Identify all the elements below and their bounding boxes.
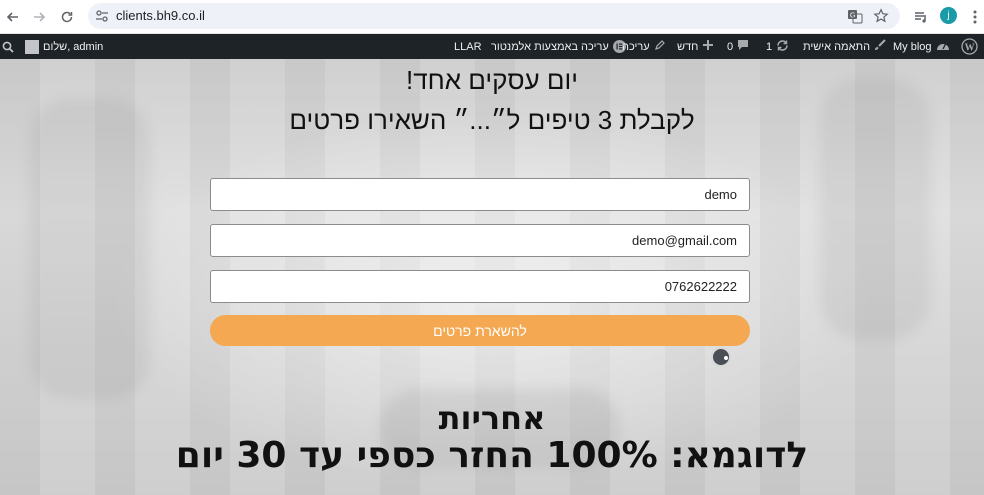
my-blog-menu[interactable]: My blog <box>893 34 950 59</box>
name-field[interactable] <box>210 178 750 211</box>
url-text[interactable]: clients.bh9.co.il <box>116 8 205 23</box>
guarantee-text: לדוגמא: 100% החזר כספי עד 30 יום <box>175 435 809 476</box>
plus-icon <box>702 39 714 54</box>
translate-icon[interactable]: G <box>846 7 864 25</box>
wp-admin-bar: שלום, admin LLAR עריכה באמצעות אלמנטור ע… <box>0 34 984 59</box>
email-field[interactable] <box>210 224 750 257</box>
search-icon[interactable] <box>2 34 14 59</box>
bookmark-star-icon[interactable] <box>872 7 890 25</box>
llar-label: LLAR <box>454 40 482 53</box>
updates-count: 1 <box>766 40 773 53</box>
back-arrow-icon[interactable] <box>2 6 24 28</box>
customize-label: התאמה אישית <box>803 40 871 53</box>
edit-label: עריכה <box>622 40 650 53</box>
edit-elementor-label: עריכה באמצעות אלמנטור <box>491 40 609 53</box>
guarantee-heading: אחריות <box>438 399 546 437</box>
my-blog-label: My blog <box>893 40 932 53</box>
background-blur-shape <box>30 99 150 399</box>
address-bar[interactable]: clients.bh9.co.il G <box>88 3 900 29</box>
hero-section: יום עסקים אחד! לקבלת 3 טיפים ל״...״ השאי… <box>0 59 984 495</box>
svg-text:W: W <box>965 42 975 53</box>
forward-arrow-icon[interactable] <box>28 6 50 28</box>
customize-menu[interactable]: התאמה אישית <box>803 34 886 59</box>
comments-count: 0 <box>727 40 734 53</box>
new-content-menu[interactable]: חדש <box>677 34 714 59</box>
media-controls-icon[interactable] <box>910 6 932 28</box>
hero-title: יום עסקים אחד! <box>405 65 579 95</box>
my-account-menu[interactable]: שלום, admin <box>25 34 103 59</box>
reload-icon[interactable] <box>56 6 78 28</box>
browser-toolbar: clients.bh9.co.il G j <box>0 0 984 34</box>
hero-subtitle: לקבלת 3 טיפים ל״...״ השאירו פרטים <box>289 105 695 135</box>
dashboard-icon <box>936 39 950 54</box>
pencil-icon <box>654 39 666 54</box>
new-label: חדש <box>677 40 699 53</box>
wordpress-logo-icon[interactable]: W <box>961 34 978 59</box>
greeting-text: שלום, admin <box>43 40 104 53</box>
llar-menu[interactable]: LLAR <box>454 34 482 59</box>
mouse-cursor-indicator <box>711 347 731 367</box>
profile-avatar[interactable]: j <box>940 7 957 24</box>
user-avatar <box>25 39 39 54</box>
updates-menu[interactable]: 1 <box>766 34 789 59</box>
menu-kebab-icon[interactable] <box>964 6 984 28</box>
phone-field[interactable] <box>210 270 750 303</box>
edit-with-elementor-menu[interactable]: עריכה באמצעות אלמנטור <box>491 34 626 59</box>
refresh-icon <box>776 39 789 55</box>
paintbrush-icon <box>874 39 886 54</box>
edit-page-menu[interactable]: עריכה <box>622 34 666 59</box>
site-info-icon[interactable] <box>94 8 110 24</box>
comments-menu[interactable]: 0 <box>727 34 749 59</box>
comment-bubble-icon <box>737 39 749 54</box>
submit-details-button[interactable]: להשארת פרטים <box>210 315 750 346</box>
